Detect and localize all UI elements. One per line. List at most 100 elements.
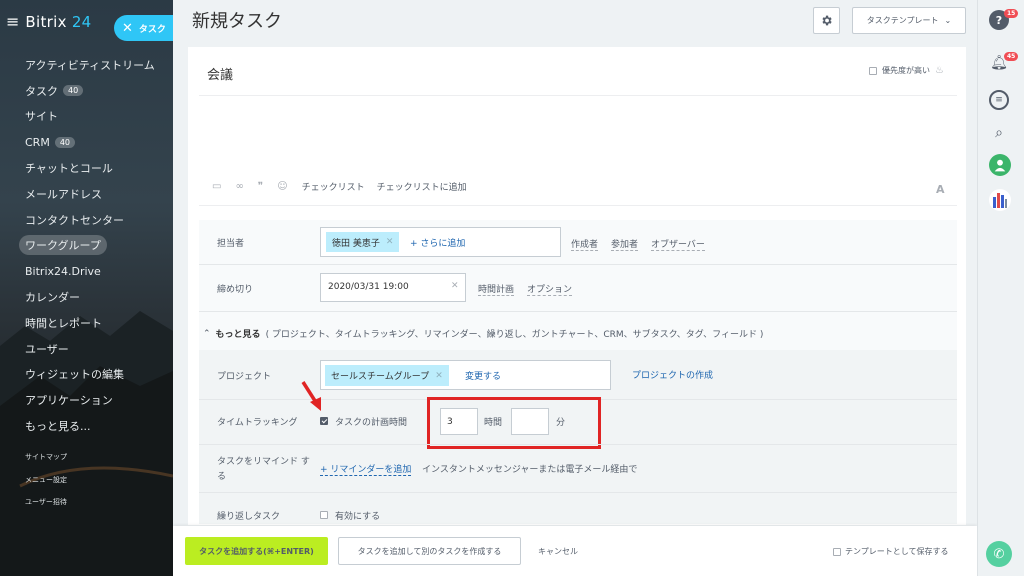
row-divider	[199, 311, 957, 312]
chevron-up-icon: ⌃	[203, 328, 211, 339]
tasks-count-badge: 40	[63, 85, 84, 97]
invite-users-link[interactable]: ユーザー招待	[25, 497, 67, 520]
deadline-value: 2020/03/31 19:00	[328, 282, 409, 292]
left-sidebar: ≡ Bitrix 24 ✕ タスク アクティビティストリーム タスク 40 サイト…	[0, 0, 173, 576]
high-priority-toggle[interactable]: 優先度が高い ♨	[869, 65, 944, 76]
sidebar-item-contact-center[interactable]: コンタクトセンター	[0, 207, 173, 233]
task-template-dropdown[interactable]: タスクテンプレート ⌄	[852, 7, 966, 34]
editor-toolbar: ▭ ∞ ❞ ☺ チェックリスト チェックリストに追加	[212, 180, 479, 193]
red-box-annotation	[427, 397, 601, 449]
video-icon[interactable]: ▭	[212, 181, 221, 192]
sidebar-item-sites[interactable]: サイト	[0, 104, 173, 130]
more-description: ( プロジェクト、タイムトラッキング、リマインダー、繰り返し、ガントチャート、C…	[265, 330, 764, 340]
menu-icon[interactable]: ≡	[6, 12, 19, 31]
quote-icon[interactable]: ❞	[258, 181, 263, 192]
row-divider	[199, 492, 957, 493]
chat-icon[interactable]: ≡	[989, 90, 1009, 110]
more-toggle[interactable]: ⌃ もっと見る ( プロジェクト、タイムトラッキング、リマインダー、繰り返し、ガ…	[203, 327, 764, 341]
task-template-label: タスクテンプレート	[866, 16, 939, 25]
observers-link[interactable]: オブザーバー	[651, 237, 705, 251]
search-icon[interactable]: ⌕	[989, 123, 1009, 143]
menu-settings-link[interactable]: メニュー設定	[25, 475, 67, 498]
settings-button[interactable]	[813, 7, 840, 34]
chevron-down-icon: ⌄	[944, 16, 952, 25]
sidebar-item-drive[interactable]: Bitrix24.Drive	[0, 258, 173, 284]
crm-count-badge: 40	[54, 136, 76, 148]
add-checklist-button[interactable]: チェックリストに追加	[377, 180, 467, 193]
add-and-create-button[interactable]: タスクを追加して別のタスクを作成する	[338, 537, 521, 565]
remind-label: タスクをリマインド する	[217, 457, 310, 482]
logo[interactable]: ≡ Bitrix 24	[6, 12, 92, 31]
remove-project-icon[interactable]: ✕	[435, 371, 443, 381]
deadline-label: 締め切り	[217, 285, 254, 295]
assignee-label: 担当者	[217, 239, 245, 249]
toolbar-divider	[199, 205, 957, 206]
sidebar-item-activity-stream[interactable]: アクティビティストリーム	[0, 52, 173, 78]
row-divider	[199, 444, 957, 445]
red-arrow-annotation	[301, 381, 321, 411]
task-title-input[interactable]: 会議	[207, 64, 233, 83]
sidebar-item-more[interactable]: もっと見る...	[0, 413, 173, 439]
change-project-link[interactable]: 変更する	[465, 369, 501, 382]
building-icon	[993, 193, 1007, 208]
sidebar-item-workgroups[interactable]: ワークグループ	[0, 233, 173, 259]
remove-assignee-icon[interactable]: ✕	[386, 237, 394, 247]
sidebar-item-tasks[interactable]: タスク 40	[0, 78, 173, 104]
priority-label: 優先度が高い	[882, 66, 930, 75]
add-more-assignee-link[interactable]: + さらに追加	[410, 236, 465, 249]
sidebar-item-crm[interactable]: CRM 40	[0, 129, 173, 155]
cancel-button[interactable]: キャンセル	[538, 546, 578, 557]
sidebar-menu: アクティビティストリーム タスク 40 サイト CRM 40 チャットとコール メー…	[0, 52, 173, 439]
participants-link[interactable]: 参加者	[611, 237, 639, 251]
phone-icon[interactable]: ✆	[986, 541, 1012, 567]
time-tracking-label: タイムトラッキング	[217, 418, 298, 428]
options-link[interactable]: オプション	[527, 282, 573, 296]
help-badge: 15	[1004, 9, 1019, 18]
planned-time-checkbox[interactable]	[320, 417, 328, 425]
sidebar-item-chat[interactable]: チャットとコール	[0, 155, 173, 181]
text-format-icon[interactable]: A	[936, 183, 945, 196]
fire-icon: ♨	[935, 65, 944, 76]
more-label: もっと見る	[215, 330, 261, 340]
link-icon[interactable]: ∞	[235, 181, 243, 192]
title-divider	[199, 95, 957, 96]
project-label: プロジェクト	[217, 372, 272, 382]
repeat-checkbox[interactable]	[320, 511, 328, 519]
planned-time-label: タスクの計画時間	[335, 418, 408, 428]
clear-deadline-icon[interactable]: ✕	[451, 281, 459, 291]
save-template-label: テンプレートとして保存する	[845, 547, 949, 556]
project-name: セールスチームグループ	[331, 372, 430, 382]
add-task-button[interactable]: タスクを追加する(⌘+ENTER)	[185, 537, 328, 565]
company-avatar[interactable]	[989, 189, 1011, 211]
save-template-checkbox[interactable]	[833, 547, 841, 556]
avatar[interactable]	[989, 154, 1011, 176]
remind-description: インスタントメッセンジャーまたは電子メール経由で	[422, 465, 638, 475]
add-reminder-link[interactable]: + リマインダーを追加	[320, 462, 412, 476]
page-title: 新規タスク	[192, 11, 282, 32]
priority-checkbox[interactable]	[869, 66, 877, 75]
project-tag[interactable]: セールスチームグループ ✕	[325, 365, 449, 386]
right-sidebar	[977, 0, 1024, 576]
creator-link[interactable]: 作成者	[571, 237, 599, 251]
sidebar-item-applications[interactable]: アプリケーション	[0, 387, 173, 413]
save-as-template-toggle[interactable]: テンプレートとして保存する	[833, 546, 949, 557]
row-divider	[199, 264, 957, 265]
sidebar-item-time-reports[interactable]: 時間とレポート	[0, 310, 173, 336]
sidebar-item-widgets[interactable]: ウィジェットの編集	[0, 362, 173, 388]
sidebar-item-mail[interactable]: メールアドレス	[0, 181, 173, 207]
sidebar-item-users[interactable]: ユーザー	[0, 336, 173, 362]
user-icon	[994, 159, 1006, 172]
time-planning-link[interactable]: 時間計画	[478, 282, 515, 296]
assignee-tag[interactable]: 徳田 美恵子 ✕	[326, 232, 400, 252]
mention-icon[interactable]: ☺	[277, 181, 287, 192]
task-pill-label: タスク	[138, 24, 166, 35]
checklist-button[interactable]: チェックリスト	[302, 180, 365, 193]
sidebar-small-links: サイトマップ メニュー設定 ユーザー招待	[25, 452, 67, 520]
close-task-pill[interactable]: ✕ タスク	[114, 15, 173, 41]
sitemap-link[interactable]: サイトマップ	[25, 452, 67, 475]
close-icon[interactable]: ✕	[122, 21, 133, 36]
create-project-link[interactable]: プロジェクトの作成	[632, 368, 713, 381]
assignee-name: 徳田 美恵子	[332, 238, 380, 249]
gear-icon	[822, 15, 832, 26]
sidebar-item-calendar[interactable]: カレンダー	[0, 284, 173, 310]
